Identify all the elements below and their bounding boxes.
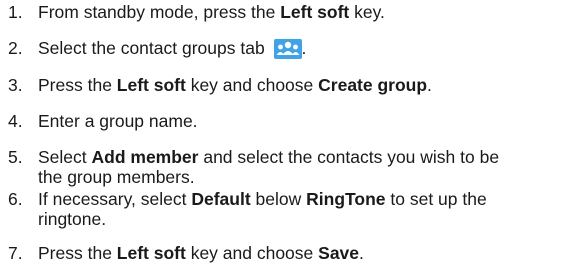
step-number: 7. [8, 243, 23, 263]
step-number: 4. [8, 111, 23, 131]
step-number: 5. [8, 147, 23, 167]
step-number: 3. [8, 75, 23, 95]
step-text: Select Add member and select the contact… [38, 147, 500, 187]
step-number: 1. [8, 2, 23, 22]
step-number: 6. [8, 189, 23, 209]
step-text: Press the Left soft key and choose Creat… [38, 75, 432, 95]
step-number: 2. [8, 38, 23, 58]
step-text: Press the Left soft key and choose Save. [38, 243, 364, 263]
step-text: Select the contact groups tab . [38, 38, 307, 59]
step-text: Enter a group name. [38, 111, 198, 131]
contact-groups-icon [273, 39, 302, 59]
step-text: If necessary, select Default below RingT… [38, 189, 487, 229]
step-text: From standby mode, press the Left soft k… [38, 2, 385, 22]
